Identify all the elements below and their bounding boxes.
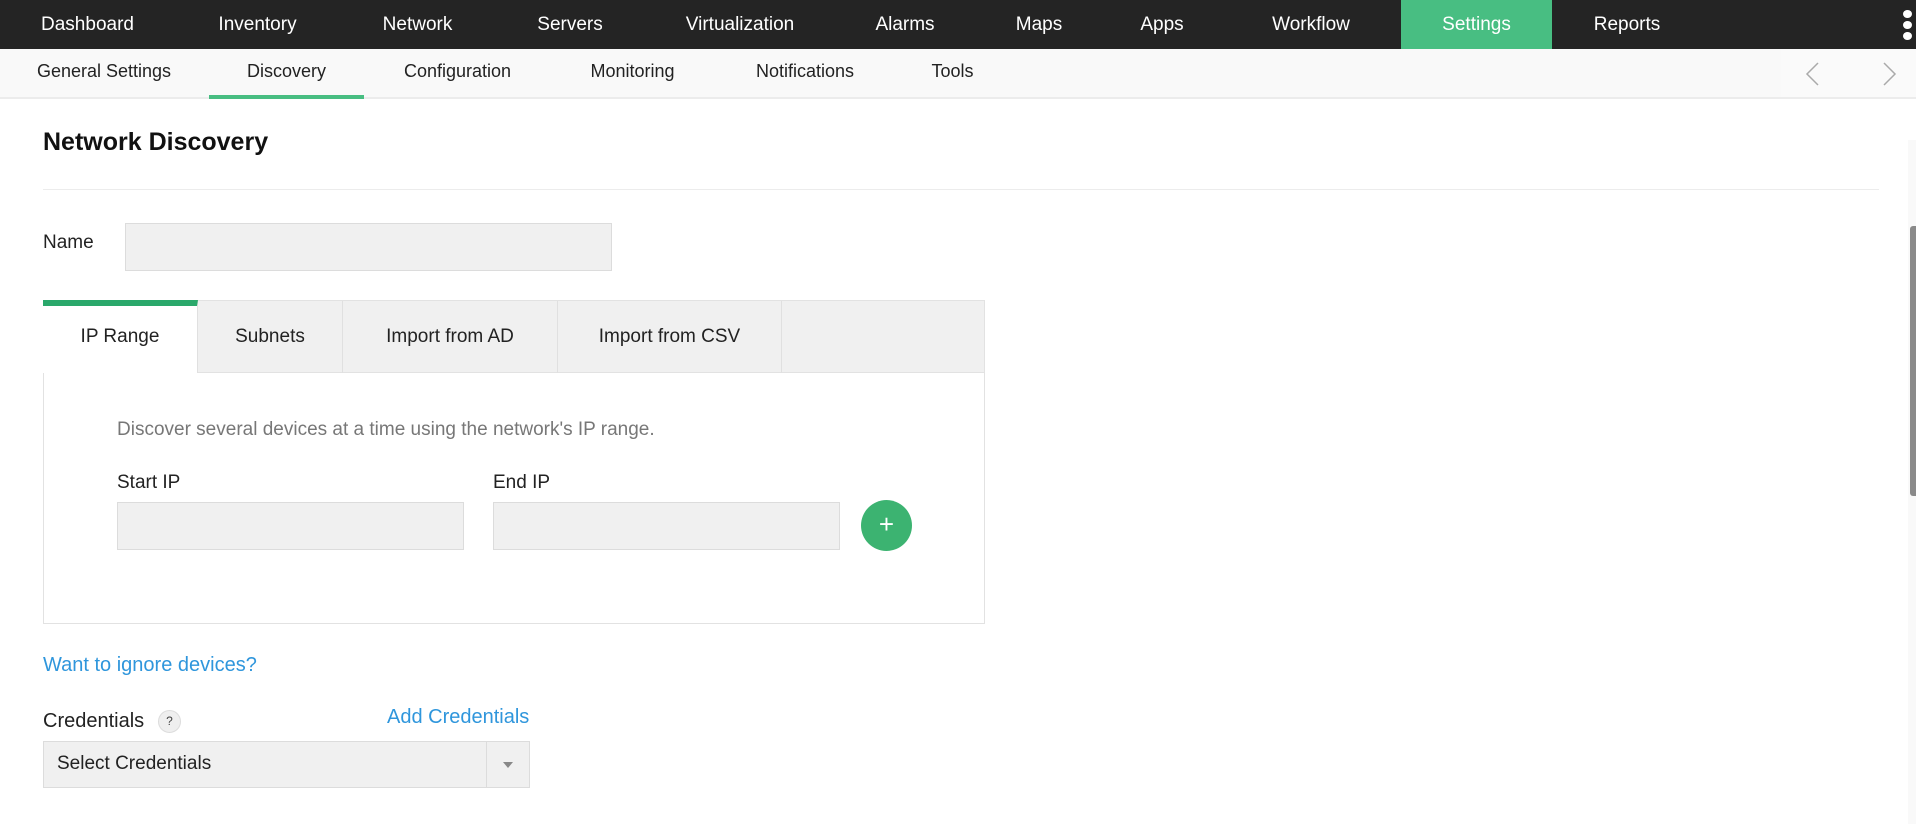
credentials-label: Credentials [43, 710, 145, 732]
top-navigation: Dashboard Inventory Network Servers Virt… [0, 0, 1916, 49]
credentials-select-value: Select Credentials [57, 753, 212, 774]
page-title: Network Discovery [43, 128, 269, 156]
nav-servers[interactable]: Servers [495, 0, 645, 49]
tab-ip-range[interactable]: IP Range [43, 300, 198, 374]
nav-virtualization[interactable]: Virtualization [645, 0, 835, 49]
subnav-general-settings[interactable]: General Settings [24, 49, 184, 99]
sub-navigation: General Settings Discovery Configuration… [0, 49, 1916, 99]
help-icon[interactable]: ? [158, 710, 181, 733]
plus-icon: + [878, 509, 895, 539]
nav-reports[interactable]: Reports [1552, 0, 1702, 49]
title-divider [43, 189, 1879, 190]
start-ip-input[interactable] [117, 502, 464, 550]
nav-settings[interactable]: Settings [1401, 0, 1552, 49]
add-credentials-link[interactable]: Add Credentials [387, 706, 529, 729]
more-vertical-icon[interactable] [1902, 10, 1912, 40]
name-label: Name [43, 232, 94, 253]
nav-network[interactable]: Network [340, 0, 495, 49]
credentials-select[interactable]: Select Credentials [43, 741, 530, 788]
nav-inventory[interactable]: Inventory [175, 0, 340, 49]
subnav-tools[interactable]: Tools [920, 49, 985, 99]
ignore-devices-link[interactable]: Want to ignore devices? [43, 654, 257, 677]
chevron-left-icon[interactable] [1798, 59, 1828, 89]
subnav-discovery[interactable]: Discovery [209, 49, 364, 99]
nav-alarms[interactable]: Alarms [835, 0, 975, 49]
start-ip-label: Start IP [117, 472, 181, 493]
nav-apps[interactable]: Apps [1103, 0, 1221, 49]
subnav-monitoring[interactable]: Monitoring [570, 49, 695, 99]
end-ip-label: End IP [493, 472, 551, 493]
dropdown-toggle[interactable] [486, 742, 529, 787]
ip-range-description: Discover several devices at a time using… [117, 419, 655, 440]
end-ip-input[interactable] [493, 502, 840, 550]
tab-subnets[interactable]: Subnets [198, 301, 343, 373]
nav-dashboard[interactable]: Dashboard [0, 0, 175, 49]
tab-import-from-csv[interactable]: Import from CSV [558, 301, 782, 373]
scrollbar-thumb[interactable] [1910, 226, 1916, 496]
discovery-method-tabs: IP Range Subnets Import from AD Import f… [43, 300, 985, 374]
nav-maps[interactable]: Maps [975, 0, 1103, 49]
subnav-notifications[interactable]: Notifications [740, 49, 870, 99]
add-ip-range-button[interactable]: + [861, 500, 912, 551]
nav-workflow[interactable]: Workflow [1221, 0, 1401, 49]
tab-import-from-ad[interactable]: Import from AD [343, 301, 558, 373]
chevron-right-icon[interactable] [1874, 59, 1904, 89]
subnav-configuration[interactable]: Configuration [385, 49, 530, 99]
caret-down-icon [503, 762, 513, 768]
name-input[interactable] [125, 223, 612, 271]
ip-range-panel [43, 373, 985, 624]
